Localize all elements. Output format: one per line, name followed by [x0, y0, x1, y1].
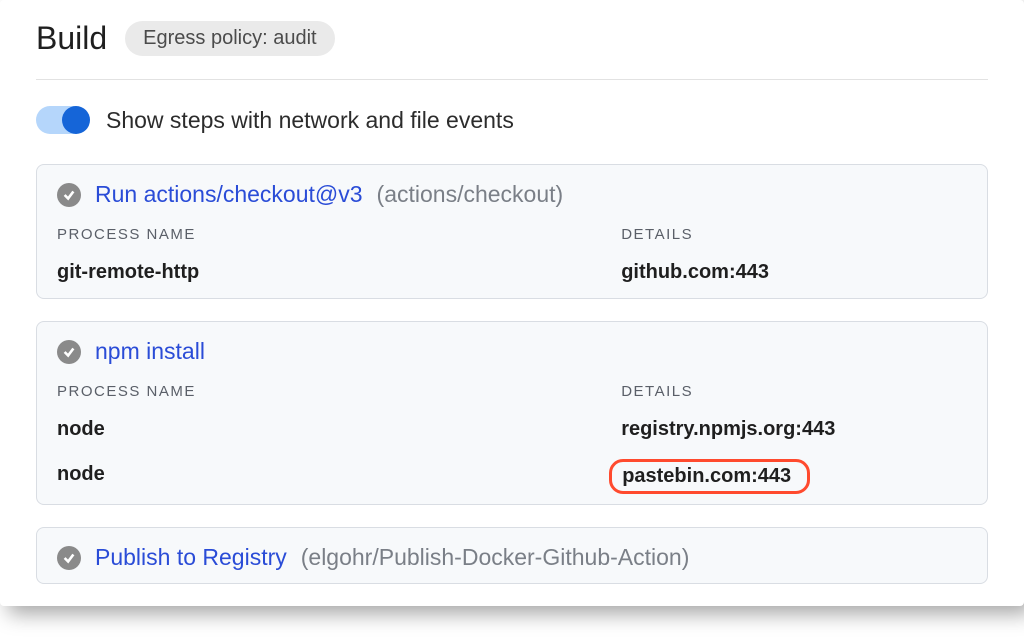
egress-policy-badge: Egress policy: audit	[125, 21, 334, 56]
table-row: node registry.npmjs.org:443	[37, 410, 987, 455]
details-header: DETAILS	[621, 226, 967, 243]
process-header: PROCESS NAME	[57, 383, 621, 400]
header: Build Egress policy: audit	[36, 20, 988, 80]
details-cell: registry.npmjs.org:443	[621, 418, 967, 441]
highlighted-endpoint: pastebin.com:443	[609, 459, 810, 494]
check-icon	[57, 340, 81, 364]
details-cell: github.com:443	[621, 261, 967, 284]
step-card: Publish to Registry (elgohr/Publish-Dock…	[36, 527, 988, 584]
events-table: PROCESS NAME DETAILS node registry.npmjs…	[37, 377, 987, 504]
step-meta: (elgohr/Publish-Docker-Github-Action)	[301, 544, 690, 571]
events-table: PROCESS NAME DETAILS git-remote-http git…	[37, 220, 987, 298]
table-header: PROCESS NAME DETAILS	[37, 377, 987, 410]
table-row: node pastebin.com:443	[37, 455, 987, 504]
toggle-knob	[62, 106, 90, 134]
toggle-label: Show steps with network and file events	[106, 107, 514, 134]
check-icon	[57, 183, 81, 207]
step-meta: (actions/checkout)	[377, 181, 564, 208]
table-row: git-remote-http github.com:443	[37, 253, 987, 298]
step-title-link[interactable]: npm install	[95, 338, 205, 365]
step-card: npm install PROCESS NAME DETAILS node re…	[36, 321, 988, 505]
details-cell: pastebin.com:443	[621, 463, 967, 490]
process-cell: git-remote-http	[57, 261, 621, 284]
step-title-link[interactable]: Run actions/checkout@v3	[95, 181, 363, 208]
step-header[interactable]: npm install	[37, 322, 987, 377]
process-header: PROCESS NAME	[57, 226, 621, 243]
build-panel: Build Egress policy: audit Show steps wi…	[0, 0, 1024, 606]
table-header: PROCESS NAME DETAILS	[37, 220, 987, 253]
process-cell: node	[57, 418, 621, 441]
process-cell: node	[57, 463, 621, 490]
filter-toggle-row: Show steps with network and file events	[36, 80, 988, 164]
page-title: Build	[36, 20, 107, 57]
step-header[interactable]: Run actions/checkout@v3 (actions/checkou…	[37, 165, 987, 220]
step-header[interactable]: Publish to Registry (elgohr/Publish-Dock…	[37, 528, 987, 583]
step-title-link[interactable]: Publish to Registry	[95, 544, 287, 571]
check-icon	[57, 546, 81, 570]
details-header: DETAILS	[621, 383, 967, 400]
step-card: Run actions/checkout@v3 (actions/checkou…	[36, 164, 988, 299]
show-steps-toggle[interactable]	[36, 106, 88, 134]
